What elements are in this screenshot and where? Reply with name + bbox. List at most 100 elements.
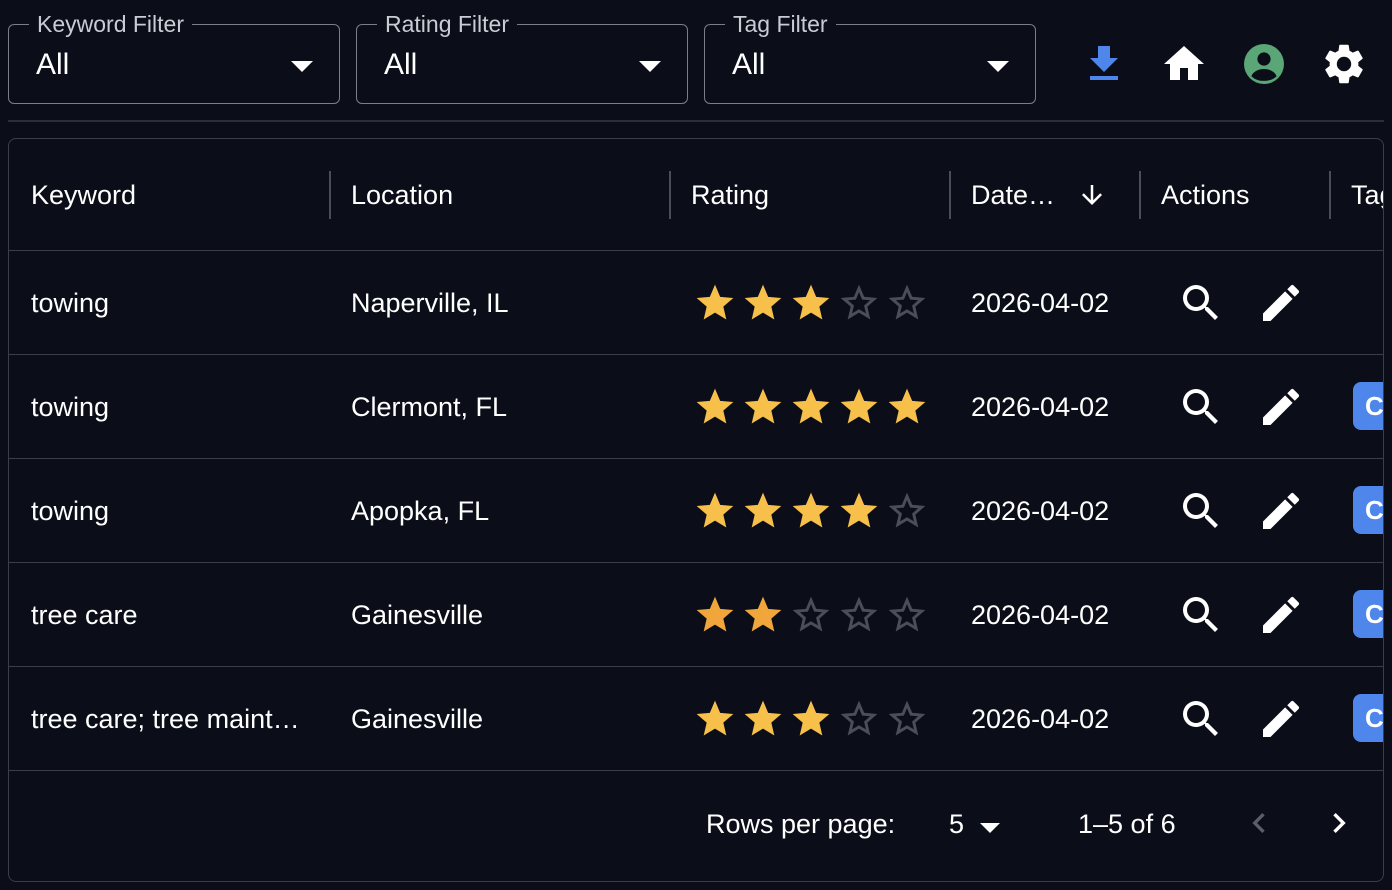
cell-rating (693, 459, 929, 563)
star-rating[interactable] (693, 593, 929, 637)
rating-filter-label: Rating Filter (377, 11, 517, 37)
cell-keyword: towing (31, 495, 110, 526)
star-outline-icon[interactable] (789, 593, 833, 637)
star-filled-icon[interactable] (693, 697, 737, 741)
star-filled-icon[interactable] (741, 697, 785, 741)
search-icon[interactable] (1177, 487, 1225, 535)
column-separator[interactable] (669, 171, 671, 219)
star-outline-icon[interactable] (885, 489, 929, 533)
table-pagination: Rows per page: 5 1–5 of 6 (9, 775, 1383, 881)
cell-keyword: tree care; tree maint… (31, 703, 300, 734)
star-rating[interactable] (693, 489, 929, 533)
star-filled-icon[interactable] (693, 489, 737, 533)
pencil-icon[interactable] (1257, 487, 1305, 535)
star-filled-icon[interactable] (741, 593, 785, 637)
search-icon[interactable] (1177, 279, 1225, 327)
pencil-icon[interactable] (1257, 383, 1305, 431)
search-icon[interactable] (1177, 591, 1225, 639)
star-filled-icon[interactable] (789, 281, 833, 325)
cell-location: Gainesville (351, 599, 484, 630)
next-page-button[interactable] (1319, 803, 1359, 843)
column-separator[interactable] (949, 171, 951, 219)
tag-chip[interactable]: C (1353, 382, 1383, 430)
tag-chip[interactable]: C (1353, 486, 1383, 534)
column-header-label: Date… (971, 179, 1056, 210)
cell-location: Naperville, IL (351, 287, 509, 318)
cell-keyword: tree care (31, 599, 138, 630)
cell-date: 2026-04-02 (971, 495, 1110, 526)
star-filled-icon[interactable] (837, 385, 881, 429)
column-separator[interactable] (1329, 171, 1331, 219)
column-header-keyword[interactable]: Keyword (31, 139, 136, 251)
star-outline-icon[interactable] (885, 697, 929, 741)
star-filled-icon[interactable] (837, 489, 881, 533)
column-header-label: Location (351, 179, 454, 210)
star-filled-icon[interactable] (789, 697, 833, 741)
column-header-label: Tag (1351, 179, 1383, 210)
download-icon[interactable] (1080, 40, 1128, 88)
star-rating[interactable] (693, 697, 929, 741)
caret-down-icon (639, 61, 661, 72)
star-rating[interactable] (693, 281, 929, 325)
star-outline-icon[interactable] (885, 281, 929, 325)
tag-filter-select[interactable]: Tag Filter All (704, 11, 1036, 104)
divider (8, 120, 1384, 122)
rating-filter-select[interactable]: Rating Filter All (356, 11, 688, 104)
pencil-icon[interactable] (1257, 279, 1305, 327)
column-separator[interactable] (329, 171, 331, 219)
star-outline-icon[interactable] (837, 281, 881, 325)
keyword-filter-value: All (36, 48, 70, 81)
cell-rating (693, 667, 929, 771)
cell-rating (693, 563, 929, 667)
table-row[interactable]: towing Naperville, IL 2026-04-02 (9, 251, 1383, 355)
rows-per-page-label: Rows per page: (706, 809, 896, 839)
star-filled-icon[interactable] (789, 489, 833, 533)
column-header-date[interactable]: Date… (971, 139, 1107, 251)
pencil-icon[interactable] (1257, 695, 1305, 743)
search-icon[interactable] (1177, 695, 1225, 743)
star-filled-icon[interactable] (741, 385, 785, 429)
star-filled-icon[interactable] (885, 385, 929, 429)
rows-per-page-select[interactable]: 5 (949, 809, 964, 840)
keyword-filter-select[interactable]: Keyword Filter All (8, 11, 340, 104)
table-row[interactable]: tree care Gainesville 2026-04-02 C (9, 563, 1383, 667)
star-filled-icon[interactable] (741, 281, 785, 325)
cell-date: 2026-04-02 (971, 391, 1110, 422)
column-header-actions: Actions (1161, 139, 1250, 251)
caret-down-icon (291, 61, 313, 72)
account-circle-icon[interactable] (1240, 40, 1288, 88)
tag-chip[interactable]: C (1353, 590, 1383, 638)
table-row[interactable]: towing Clermont, FL 2026-04-02 C (9, 355, 1383, 459)
rating-filter-value: All (384, 48, 418, 81)
gear-icon[interactable] (1320, 40, 1368, 88)
caret-down-icon[interactable] (980, 823, 1000, 833)
tag-chip[interactable]: C (1353, 694, 1383, 742)
cell-date: 2026-04-02 (971, 599, 1110, 630)
star-outline-icon[interactable] (837, 697, 881, 741)
home-icon[interactable] (1160, 40, 1208, 88)
tag-filter-label: Tag Filter (725, 11, 836, 37)
star-outline-icon[interactable] (885, 593, 929, 637)
column-separator[interactable] (1139, 171, 1141, 219)
star-filled-icon[interactable] (693, 385, 737, 429)
cell-location: Gainesville (351, 703, 484, 734)
toolbar: Keyword Filter All Rating Filter All Tag… (0, 0, 1392, 120)
star-filled-icon[interactable] (693, 281, 737, 325)
search-icon[interactable] (1177, 383, 1225, 431)
column-header-location[interactable]: Location (351, 139, 453, 251)
cell-location: Clermont, FL (351, 391, 508, 422)
column-header-tag[interactable]: Tag (1351, 139, 1383, 251)
cell-keyword: towing (31, 391, 110, 422)
star-filled-icon[interactable] (789, 385, 833, 429)
data-table: Keyword Location Rating Date… Actions Ta… (8, 138, 1384, 882)
star-filled-icon[interactable] (741, 489, 785, 533)
pencil-icon[interactable] (1257, 591, 1305, 639)
previous-page-button[interactable] (1239, 803, 1279, 843)
star-rating[interactable] (693, 385, 929, 429)
table-row[interactable]: tree care; tree maint… Gainesville 2026-04… (9, 667, 1383, 771)
star-filled-icon[interactable] (693, 593, 737, 637)
arrow-down-icon[interactable] (1077, 180, 1107, 210)
column-header-rating[interactable]: Rating (691, 139, 769, 251)
table-row[interactable]: towing Apopka, FL 2026-04-02 C (9, 459, 1383, 563)
star-outline-icon[interactable] (837, 593, 881, 637)
